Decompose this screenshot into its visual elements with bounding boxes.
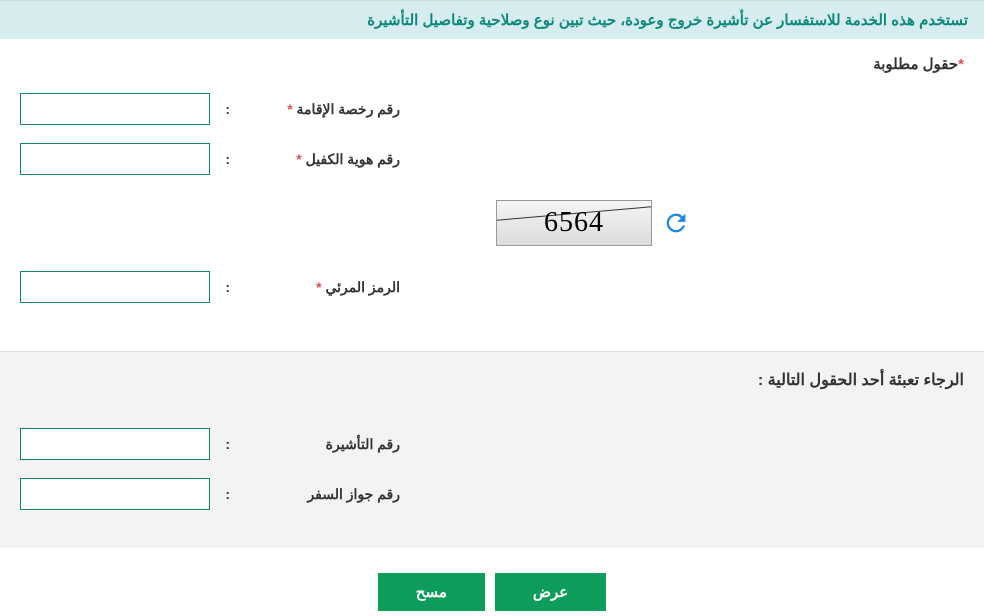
- banner-text: تستخدم هذه الخدمة للاستفسار عن تأشيرة خر…: [367, 12, 968, 29]
- sponsor-label: رقم هوية الكفيل *: [240, 151, 400, 168]
- visa-row: رقم التأشيرة :: [20, 428, 964, 460]
- captcha-image: 6564: [496, 200, 652, 246]
- captcha-input-row: الرمز المرئي * :: [20, 271, 964, 303]
- passport-input[interactable]: [20, 478, 210, 510]
- required-asterisk: *: [958, 56, 964, 73]
- sponsor-input[interactable]: [20, 143, 210, 175]
- visa-label: رقم التأشيرة: [240, 436, 400, 453]
- label-colon: :: [220, 279, 230, 295]
- main-form-section: رقم رخصة الإقامة * : رقم هوية الكفيل * :: [0, 93, 984, 341]
- clear-button[interactable]: مسح: [378, 573, 485, 611]
- passport-label: رقم جواز السفر: [240, 486, 400, 503]
- sponsor-row: رقم هوية الكفيل * :: [20, 143, 964, 175]
- view-button[interactable]: عرض: [495, 573, 606, 611]
- label-colon: :: [220, 436, 230, 452]
- service-description-banner: تستخدم هذه الخدمة للاستفسار عن تأشيرة خر…: [0, 0, 984, 39]
- passport-row: رقم جواز السفر :: [20, 478, 964, 510]
- iqama-input[interactable]: [20, 93, 210, 125]
- label-colon: :: [220, 151, 230, 167]
- required-fields-note: *حقول مطلوبة: [0, 39, 984, 93]
- captcha-label: الرمز المرئي *: [240, 279, 400, 296]
- captcha-input[interactable]: [20, 271, 210, 303]
- label-colon: :: [220, 486, 230, 502]
- optional-section-header: الرجاء تعبئة أحد الحقول التالية :: [0, 351, 984, 408]
- captcha-text: 6564: [544, 207, 604, 239]
- button-row: عرض مسح: [0, 548, 984, 616]
- label-colon: :: [220, 101, 230, 117]
- optional-section-body: رقم التأشيرة : رقم جواز السفر :: [0, 408, 984, 548]
- iqama-label: رقم رخصة الإقامة *: [240, 101, 400, 118]
- visa-input[interactable]: [20, 428, 210, 460]
- iqama-row: رقم رخصة الإقامة * :: [20, 93, 964, 125]
- required-text: حقول مطلوبة: [873, 56, 958, 73]
- refresh-icon: [662, 209, 690, 237]
- captcha-row: 6564: [20, 200, 964, 246]
- refresh-captcha-button[interactable]: [662, 209, 690, 237]
